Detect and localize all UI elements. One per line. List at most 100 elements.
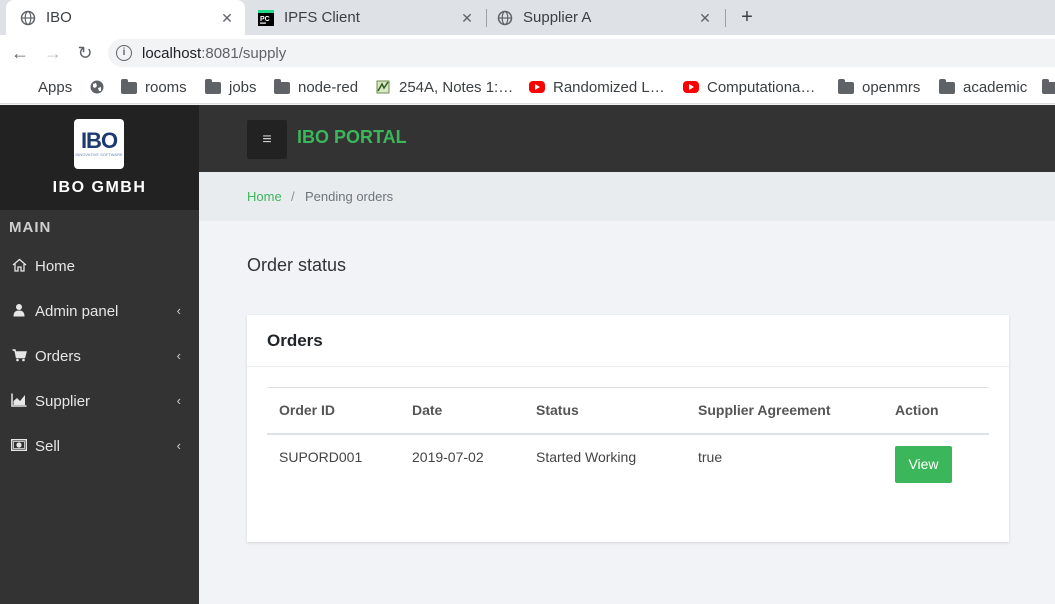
globe-icon <box>20 10 36 26</box>
forward-icon[interactable]: → <box>42 42 64 64</box>
bookmark-rooms[interactable]: rooms <box>121 77 187 97</box>
bookmark-jobs[interactable]: jobs <box>205 77 257 97</box>
portal-title: IBO PORTAL <box>297 127 407 147</box>
sidebar-item-label: Orders <box>35 348 81 365</box>
column-header-action: Action <box>883 387 989 435</box>
svg-text:PC: PC <box>260 16 270 23</box>
bookmark-node-red[interactable]: node-red <box>274 77 358 97</box>
tab-title: IPFS Client <box>284 9 360 26</box>
brand-name: IBO GMBH <box>52 179 147 196</box>
browser-tab-strip: IBO ✕ PC IPFS Client ✕ Supplier A ✕ + <box>0 0 1055 35</box>
bookmark-randomized[interactable]: Randomized L… <box>529 77 665 97</box>
folder-icon <box>205 79 221 94</box>
close-icon[interactable]: ✕ <box>219 10 235 26</box>
tab-separator <box>725 9 726 27</box>
brand-block: IBO INNOVATIVE SOFTWARE IBO GMBH <box>0 105 199 210</box>
folder-icon <box>121 79 137 94</box>
home-icon <box>11 258 27 275</box>
folder-icon <box>838 79 854 94</box>
chevron-left-icon: ‹ <box>176 348 181 363</box>
table-header-row: Order ID Date Status Supplier Agreement … <box>267 387 989 435</box>
column-header-order-id: Order ID <box>267 387 400 435</box>
card-title: Orders <box>267 331 323 350</box>
cart-icon <box>11 348 27 365</box>
breadcrumb-current: Pending orders <box>305 189 394 204</box>
bookmark-label: 254A, Notes 1:… <box>399 78 514 96</box>
bookmark-computational[interactable]: Computationa… <box>683 77 815 97</box>
tab-title: IBO <box>46 9 72 26</box>
card-divider <box>247 366 1009 367</box>
bookmark-academic[interactable]: academic <box>939 77 1027 97</box>
bookmark-notes[interactable]: 254A, Notes 1:… <box>375 77 513 97</box>
sidebar-item-supplier[interactable]: Supplier ‹ <box>0 379 199 424</box>
chevron-left-icon: ‹ <box>176 393 181 408</box>
folder-icon <box>1042 79 1055 94</box>
column-header-date: Date <box>400 387 524 435</box>
breadcrumb: Home / Pending orders <box>199 172 1055 221</box>
cell-supplier-agreement: true <box>698 448 723 465</box>
sidebar-item-admin-panel[interactable]: Admin panel ‹ <box>0 289 199 334</box>
bookmark-label: Apps <box>38 78 73 96</box>
cell-action: View <box>883 434 989 483</box>
info-icon[interactable]: i <box>116 45 132 61</box>
bookmark-apps[interactable]: Apps <box>14 77 72 97</box>
browser-toolbar: ← → ↻ i localhost:8081/supply <box>0 35 1055 71</box>
bookmark-label: Randomized L… <box>553 78 665 96</box>
notes-icon <box>375 79 391 95</box>
globe-icon <box>497 10 513 26</box>
cell-status: Started Working <box>536 448 637 465</box>
page-title: Order status <box>247 255 347 275</box>
bookmark-overflow[interactable] <box>1042 77 1055 97</box>
pycharm-icon: PC <box>258 9 274 26</box>
apps-grid-icon <box>14 79 30 95</box>
bookmark-label: rooms <box>145 78 187 96</box>
sidebar-item-label: Supplier <box>35 393 91 410</box>
url-path: :8081/supply <box>201 44 287 62</box>
ibo-logo[interactable]: IBO INNOVATIVE SOFTWARE <box>74 119 124 169</box>
tab-ibo[interactable]: IBO ✕ <box>6 0 245 35</box>
main-content: Order status Orders Order ID Date Status… <box>199 221 1055 604</box>
sidebar-item-sell[interactable]: Sell ‹ <box>0 424 199 469</box>
sidebar-section-label: MAIN <box>9 219 52 236</box>
url-host: localhost <box>142 44 202 62</box>
breadcrumb-home-link[interactable]: Home <box>247 189 282 204</box>
tab-ipfs-client[interactable]: PC IPFS Client ✕ <box>248 0 485 35</box>
sidebar-item-orders[interactable]: Orders ‹ <box>0 334 199 379</box>
chevron-left-icon: ‹ <box>176 303 181 318</box>
orders-table: Order ID Date Status Supplier Agreement … <box>267 387 989 483</box>
sidebar-item-home[interactable]: Home <box>0 244 199 289</box>
hamburger-menu-icon[interactable]: ≡ <box>247 120 287 159</box>
cell-date: 2019-07-02 <box>412 448 484 465</box>
tab-supplier-a[interactable]: Supplier A ✕ <box>487 0 723 35</box>
money-icon <box>10 438 28 454</box>
bookmarks-bar: Apps rooms jobs node-red 254A, Notes 1:…… <box>0 71 1055 104</box>
user-icon <box>11 303 27 320</box>
bookmark-label: openmrs <box>862 78 921 96</box>
bookmark-globe[interactable] <box>89 77 113 97</box>
app-header: ≡ IBO PORTAL <box>199 105 1055 172</box>
sidebar-item-label: Sell <box>35 438 61 455</box>
bookmark-label: academic <box>963 78 1028 96</box>
new-tab-icon[interactable]: + <box>737 6 757 29</box>
youtube-icon <box>683 81 699 93</box>
logo-subtext: INNOVATIVE SOFTWARE <box>75 152 123 157</box>
close-icon[interactable]: ✕ <box>697 10 713 26</box>
tab-title: Supplier A <box>523 9 592 26</box>
view-order-button[interactable]: View <box>895 445 952 483</box>
globe-icon <box>89 79 105 95</box>
reload-icon[interactable]: ↻ <box>74 42 96 64</box>
logo-text: IBO <box>80 128 118 153</box>
folder-icon <box>939 79 955 94</box>
bookmark-openmrs[interactable]: openmrs <box>838 77 920 97</box>
chevron-left-icon: ‹ <box>176 438 181 453</box>
sidebar-item-label: Admin panel <box>35 303 119 320</box>
folder-icon <box>274 79 290 94</box>
youtube-icon <box>529 81 545 93</box>
bookmark-label: jobs <box>229 78 257 96</box>
sidebar: IBO INNOVATIVE SOFTWARE IBO GMBH MAIN Ho… <box>0 105 199 604</box>
close-icon[interactable]: ✕ <box>459 10 475 26</box>
orders-card: Orders Order ID Date Status Supplier Agr… <box>247 315 1009 542</box>
address-bar[interactable]: i localhost:8081/supply <box>108 39 1055 67</box>
column-header-status: Status <box>524 387 686 435</box>
back-icon[interactable]: ← <box>9 42 31 64</box>
